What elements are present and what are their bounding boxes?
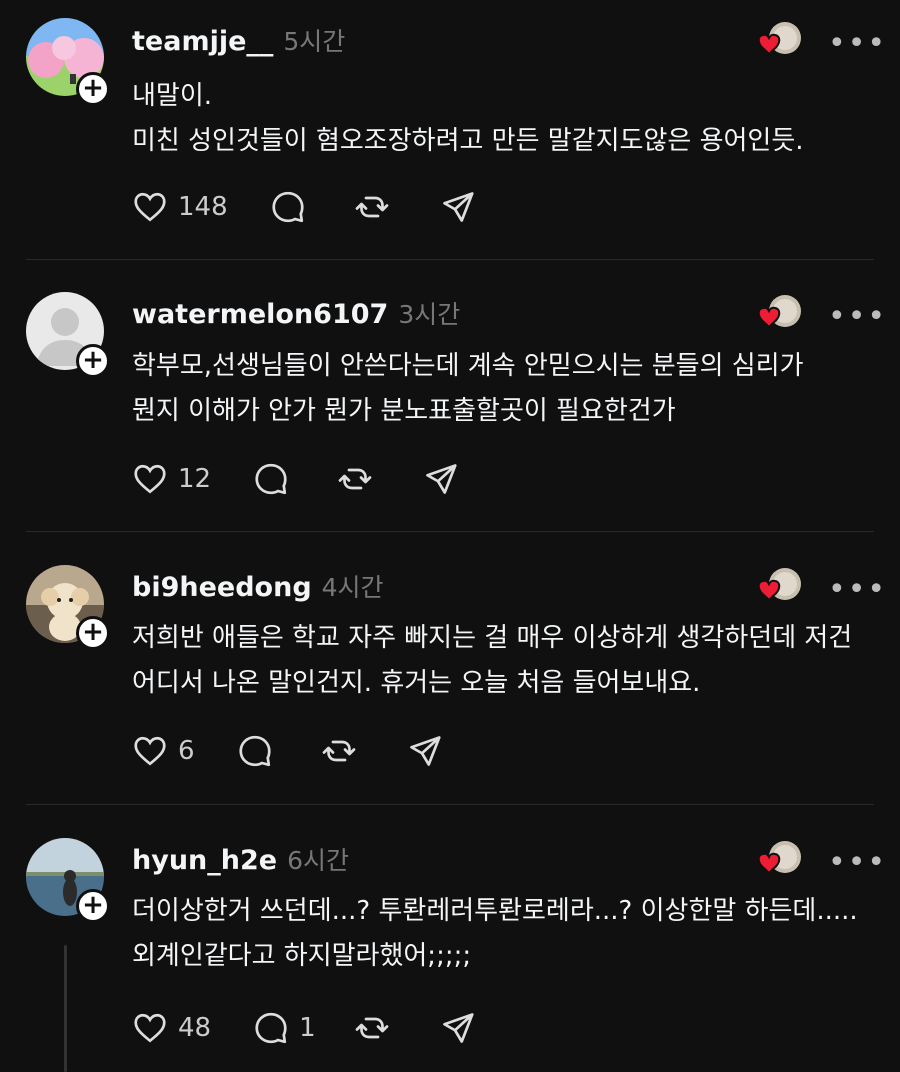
divider xyxy=(26,259,874,260)
liked-by-author-badge xyxy=(755,293,803,333)
divider xyxy=(26,531,874,532)
post-text: 더이상한거 쓰던데...? 투롼레러투롼로레라...? 이상한말 하든데....… xyxy=(132,896,858,971)
repost-icon xyxy=(355,196,388,218)
share-button[interactable] xyxy=(440,1010,476,1046)
share-button[interactable] xyxy=(423,461,459,497)
send-icon xyxy=(409,736,441,766)
like-count: 48 xyxy=(178,1013,212,1043)
more-icon[interactable]: ••• xyxy=(828,299,885,334)
like-button[interactable]: 48 xyxy=(132,1010,211,1046)
post-text: 내말이. 미친 성인것들이 혐오조장하려고 만든 말같지도않은 용어인듯. xyxy=(132,81,804,156)
follow-plus-icon[interactable]: + xyxy=(76,889,110,923)
send-icon xyxy=(442,192,474,222)
thread-line xyxy=(64,945,67,1072)
follow-plus-icon[interactable]: + xyxy=(76,616,110,650)
share-button[interactable] xyxy=(440,189,476,225)
heart-icon xyxy=(134,464,166,494)
send-icon xyxy=(426,464,457,494)
timestamp: 3시간 xyxy=(398,300,461,329)
follow-plus-icon[interactable]: + xyxy=(76,344,110,378)
comment-icon xyxy=(238,735,271,767)
username[interactable]: bi9heedong xyxy=(132,572,312,603)
repost-button[interactable] xyxy=(321,733,357,769)
repost-icon xyxy=(322,740,355,762)
comment-icon xyxy=(272,191,304,223)
timestamp: 5시간 xyxy=(283,27,346,56)
repost-icon xyxy=(338,468,372,490)
share-button[interactable] xyxy=(407,733,443,769)
like-button[interactable]: 148 xyxy=(132,189,228,225)
comment-icon xyxy=(255,1012,287,1044)
timestamp: 4시간 xyxy=(321,573,384,602)
repost-button[interactable] xyxy=(337,461,373,497)
username[interactable]: hyun_h2e xyxy=(132,845,277,876)
username[interactable]: watermelon6107 xyxy=(132,299,388,330)
reply-button[interactable] xyxy=(237,733,283,769)
more-icon[interactable]: ••• xyxy=(828,845,885,880)
reply-count: 1 xyxy=(299,1013,316,1043)
reply-button[interactable] xyxy=(253,461,299,497)
send-icon xyxy=(442,1013,474,1043)
follow-plus-icon[interactable]: + xyxy=(76,72,110,106)
heart-icon xyxy=(134,736,166,766)
like-count: 12 xyxy=(178,464,212,494)
like-count: 148 xyxy=(178,192,228,222)
repost-button[interactable] xyxy=(354,1010,390,1046)
post-text: 저희반 애들은 학교 자주 빠지는 걸 매우 이상하게 생각하던데 저건 어디서… xyxy=(132,623,853,698)
repost-icon xyxy=(355,1017,388,1039)
post-text: 학부모,선생님들이 안쓴다는데 계속 안믿으시는 분들의 심리가 뭔지 이해가 … xyxy=(132,351,804,426)
more-icon[interactable]: ••• xyxy=(828,26,885,61)
more-icon[interactable]: ••• xyxy=(828,572,885,607)
liked-by-author-badge xyxy=(755,566,803,606)
timestamp: 6시간 xyxy=(287,846,349,875)
comment-icon xyxy=(255,463,287,495)
liked-by-author-badge xyxy=(755,839,803,879)
liked-by-author-badge xyxy=(755,20,803,60)
reply-button[interactable] xyxy=(270,189,316,225)
reply-button[interactable]: 1 xyxy=(253,1010,316,1046)
divider xyxy=(26,804,874,805)
like-count: 6 xyxy=(178,736,195,766)
username[interactable]: teamjje__ xyxy=(132,26,273,57)
like-button[interactable]: 6 xyxy=(132,733,195,769)
heart-icon xyxy=(134,192,166,222)
like-button[interactable]: 12 xyxy=(132,461,211,497)
repost-button[interactable] xyxy=(354,189,390,225)
heart-icon xyxy=(134,1013,166,1043)
